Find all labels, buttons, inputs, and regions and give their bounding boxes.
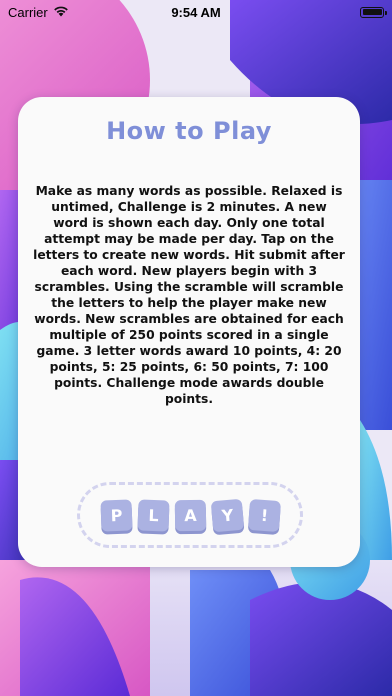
card-title: How to Play xyxy=(106,117,272,145)
instructions-text: Make as many words as possible. Relaxed … xyxy=(33,184,345,406)
play-tile-p: P xyxy=(99,498,133,532)
play-tile-exclamation: ! xyxy=(247,498,281,532)
play-tile-y: Y xyxy=(210,498,244,532)
play-tile-l: L xyxy=(136,498,170,532)
play-tile-a: A xyxy=(174,499,206,531)
play-button[interactable]: P L A Y ! xyxy=(77,482,303,548)
status-bar: Carrier 9:54 AM xyxy=(0,0,392,24)
status-time: 9:54 AM xyxy=(171,4,221,20)
battery-icon xyxy=(360,6,387,18)
how-to-play-card: How to Play Make as many words as possib… xyxy=(18,97,360,567)
